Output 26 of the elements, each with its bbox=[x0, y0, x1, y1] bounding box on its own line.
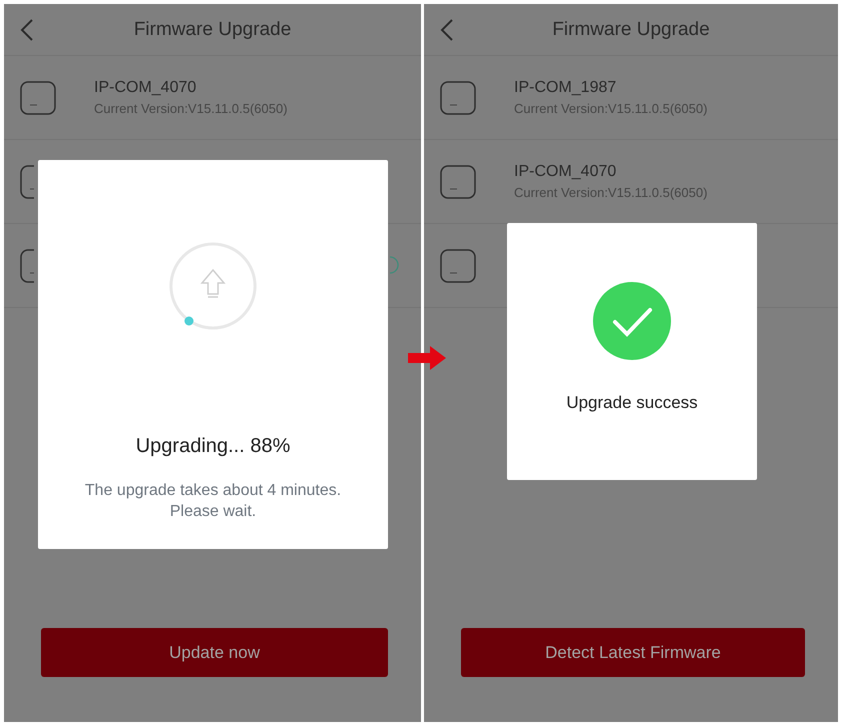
screen-title: Firmware Upgrade bbox=[134, 18, 292, 40]
device-name: IP-COM_1987 bbox=[514, 79, 618, 97]
device-name: IP-COM_4070 bbox=[94, 79, 198, 97]
detect-firmware-button[interactable]: Detect Latest Firmware bbox=[461, 628, 805, 677]
dialog-title: Upgrading... 88% bbox=[136, 435, 290, 458]
device-row[interactable]: IP-COM_1987 Current Version:V15.11.0.5(6050) bbox=[424, 56, 838, 140]
device-icon bbox=[440, 248, 476, 282]
device-icon bbox=[440, 164, 476, 198]
success-check-icon bbox=[592, 281, 672, 361]
device-icon bbox=[20, 164, 34, 198]
upload-progress-icon bbox=[167, 240, 259, 332]
device-version: Current Version:V15.11.0.5(6050) bbox=[514, 101, 708, 116]
device-version: Current Version:V15.11.0.5(6050) bbox=[514, 185, 708, 200]
device-name: IP-COM_4070 bbox=[514, 163, 618, 181]
device-version: Current Version:V15.11.0.5(6050) bbox=[94, 101, 288, 116]
screen-title: Firmware Upgrade bbox=[552, 18, 710, 40]
device-icon bbox=[20, 248, 34, 282]
device-row[interactable]: IP-COM_4070 Current Version:V15.11.0.5(6050) bbox=[4, 56, 421, 140]
dialog-message: The upgrade takes about 4 minutes. Please wait. bbox=[84, 481, 342, 522]
arrow-icon bbox=[408, 346, 446, 370]
device-icon bbox=[20, 80, 56, 114]
back-icon[interactable] bbox=[20, 18, 34, 42]
dialog-title: Upgrade success bbox=[566, 393, 698, 413]
update-now-button[interactable]: Update now bbox=[41, 628, 388, 677]
back-icon[interactable] bbox=[440, 18, 454, 42]
device-icon bbox=[440, 80, 476, 114]
